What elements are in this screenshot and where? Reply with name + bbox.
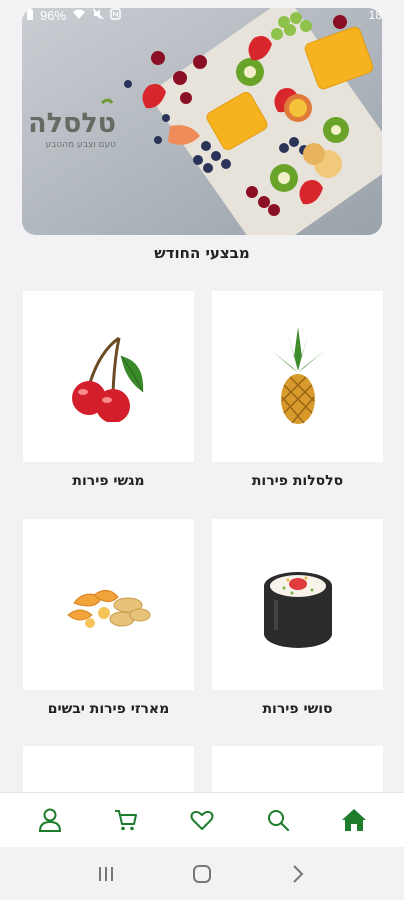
pineapple-icon <box>271 326 324 424</box>
status-time: 18 <box>368 8 382 22</box>
category-card-fruit-platters[interactable] <box>23 291 194 462</box>
wifi-icon <box>72 8 86 23</box>
category-label: סלסלות פירות <box>251 473 344 489</box>
nfc-icon <box>110 7 121 23</box>
svg-text:טלסלה: טלסלה <box>28 108 116 139</box>
bottom-navigation <box>0 792 404 847</box>
category-card-fruit-sushi[interactable] <box>212 519 383 690</box>
nav-home-button[interactable] <box>332 798 376 842</box>
search-icon <box>268 810 290 832</box>
recent-apps-button[interactable] <box>86 854 126 894</box>
home-system-button[interactable] <box>182 854 222 894</box>
svg-text:טעם וצבע מהטבע: טעם וצבע מהטבע <box>46 140 117 150</box>
status-left: 96% <box>26 8 121 23</box>
heart-icon <box>190 810 214 830</box>
category-card-partial[interactable] <box>23 746 194 792</box>
status-bar: 96% 18 <box>0 0 404 30</box>
chevron-right-icon <box>293 865 304 883</box>
category-label: סושי פירות <box>262 701 333 717</box>
cherries-icon <box>71 336 144 422</box>
hero-banner[interactable]: טלסלה טעם וצבע מהטבע <box>22 8 382 235</box>
system-navigation-bar <box>0 848 404 900</box>
home-square-icon <box>193 865 211 883</box>
battery-icon <box>26 8 34 23</box>
home-icon <box>342 809 366 831</box>
nav-search-button[interactable] <box>256 798 300 842</box>
back-system-button[interactable] <box>278 854 318 894</box>
promo-section-title: מבצעי החודש <box>154 244 250 262</box>
sushi-roll-icon <box>263 571 332 648</box>
nav-profile-button[interactable] <box>28 798 72 842</box>
category-label: מגשי פירות <box>72 473 145 489</box>
user-icon <box>38 808 62 832</box>
cart-icon <box>115 810 137 831</box>
recent-apps-icon <box>99 867 113 881</box>
dried-fruit-icon <box>66 589 150 628</box>
nav-cart-button[interactable] <box>104 798 148 842</box>
category-card-dried-fruit-packs[interactable] <box>23 519 194 690</box>
battery-percent: 96% <box>40 7 67 23</box>
fruit-tray-illustration: טלסלה טעם וצבע מהטבע <box>22 8 382 235</box>
category-label: מארזי פירות יבשים <box>47 701 170 717</box>
category-card-fruit-baskets[interactable] <box>212 291 383 462</box>
mute-icon <box>92 8 104 23</box>
category-card-partial[interactable] <box>212 746 383 792</box>
nav-favorites-button[interactable] <box>180 798 224 842</box>
